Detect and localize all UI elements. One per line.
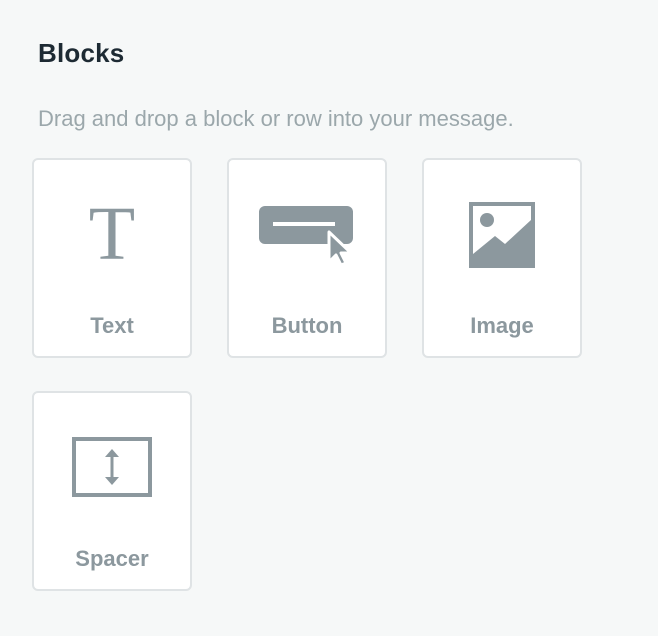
picture-icon [469,202,535,268]
block-label-text: Text [90,313,134,338]
block-tile-spacer[interactable]: Spacer [32,391,192,591]
text-icon: T [88,192,136,276]
block-label-image: Image [470,313,534,338]
block-tile-text[interactable]: T Text [32,158,192,358]
panel-title: Blocks [38,38,125,68]
vertical-resize-icon [72,437,152,497]
button-icon [229,160,385,310]
panel-subtitle: Drag and drop a block or row into your m… [38,106,514,131]
block-tile-image[interactable]: Image [422,158,582,358]
blocks-panel: Blocks Drag and drop a block or row into… [0,0,658,636]
block-tile-button[interactable]: Button [227,158,387,358]
block-label-button: Button [271,313,343,338]
image-icon [424,160,580,310]
block-label-spacer: Spacer [75,546,149,571]
button-with-cursor-icon [259,206,353,266]
blocks-grid: T Text Button Image Spacer [32,158,592,598]
spacer-icon [34,393,190,543]
